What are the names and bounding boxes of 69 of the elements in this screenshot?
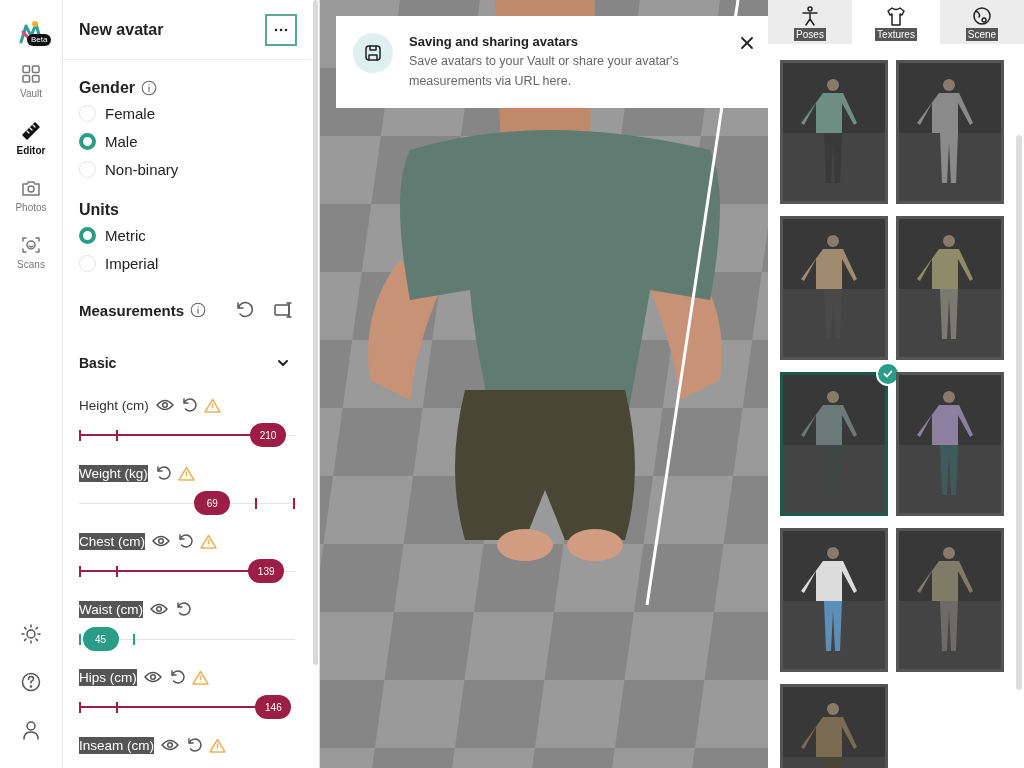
radio-option[interactable]: Metric [79, 221, 146, 249]
nav-item[interactable]: Scans [13, 233, 49, 272]
reset-icon[interactable] [180, 397, 197, 413]
radio-option[interactable]: Female [79, 99, 156, 127]
save-icon [364, 44, 382, 62]
measurement-label: Inseam (cm) [79, 736, 154, 754]
more-button[interactable] [265, 13, 297, 46]
section-heading: Units [79, 201, 119, 219]
face-scan-icon [21, 235, 41, 255]
tab[interactable]: Poses [768, 0, 852, 44]
radio-button[interactable] [79, 226, 96, 244]
measurement-label: Hips (cm) [79, 668, 137, 686]
user-icon[interactable] [21, 720, 41, 740]
check-icon [883, 369, 893, 379]
slider-track[interactable]: 69 [79, 491, 295, 515]
slider-track[interactable]: 146 [79, 695, 295, 719]
slider-thumb[interactable]: 69 [194, 491, 231, 515]
notification-text: Save avatars to your Vault or share your avatar's measurements via URL here. [409, 53, 680, 90]
grid-icon [21, 64, 41, 84]
reset-icon[interactable] [235, 300, 255, 320]
measurement-label: Waist (cm) [79, 600, 143, 618]
sun-icon[interactable] [21, 624, 41, 644]
radio-button[interactable] [79, 132, 96, 150]
info-icon [190, 302, 207, 318]
reset-icon[interactable] [186, 737, 202, 753]
ruler-icon[interactable] [273, 300, 295, 320]
eye-icon[interactable] [161, 738, 179, 752]
tab[interactable]: Textures [852, 0, 940, 44]
pose-figure-icon [800, 6, 820, 26]
eye-icon[interactable] [143, 670, 162, 684]
eye-icon[interactable] [152, 534, 170, 548]
measurement-label: Chest (cm) [79, 532, 145, 550]
eye-icon[interactable] [155, 398, 174, 412]
close-icon [740, 36, 754, 50]
radio-option[interactable]: Imperial [79, 249, 159, 277]
help-icon[interactable] [21, 672, 41, 692]
section-heading: Gender [79, 79, 135, 97]
reset-icon[interactable] [177, 533, 193, 549]
info-icon [141, 80, 157, 96]
scrollbar[interactable] [313, 0, 318, 665]
radio-option[interactable]: Non-binary [79, 155, 179, 183]
measurement-label: Height (cm) [79, 396, 149, 414]
reset-icon[interactable] [175, 601, 191, 617]
shirt-icon [886, 6, 906, 26]
globe-icon [972, 6, 992, 26]
nav-item[interactable]: Vault [15, 62, 47, 101]
nav-item[interactable]: Photos [11, 176, 51, 215]
measurement-label: Weight (kg) [79, 464, 148, 482]
reset-icon[interactable] [154, 465, 171, 481]
scrollbar[interactable] [1016, 135, 1022, 690]
ruler-icon [21, 121, 41, 141]
slider-thumb[interactable]: 139 [248, 559, 285, 583]
section-heading: Measurements [79, 301, 185, 319]
slider-track[interactable]: 139 [79, 559, 295, 583]
nav-item[interactable]: Editor [12, 119, 50, 158]
more-icon [274, 27, 288, 32]
group-toggle[interactable]: Basic [79, 353, 295, 373]
camera-icon [21, 178, 41, 198]
radio-option[interactable]: Male [79, 127, 138, 155]
slider-thumb[interactable]: 210 [250, 423, 286, 447]
notification-title: Saving and sharing avatars [409, 34, 580, 49]
slider-track[interactable]: 210 [79, 423, 295, 447]
tab[interactable]: Scene [940, 0, 1024, 44]
reset-icon[interactable] [168, 669, 185, 685]
eye-icon[interactable] [150, 602, 168, 616]
close-button[interactable] [740, 36, 754, 50]
slider-thumb[interactable]: 146 [255, 695, 292, 719]
panel-title: New avatar [79, 20, 164, 39]
beta-badge: Beta [27, 34, 52, 46]
